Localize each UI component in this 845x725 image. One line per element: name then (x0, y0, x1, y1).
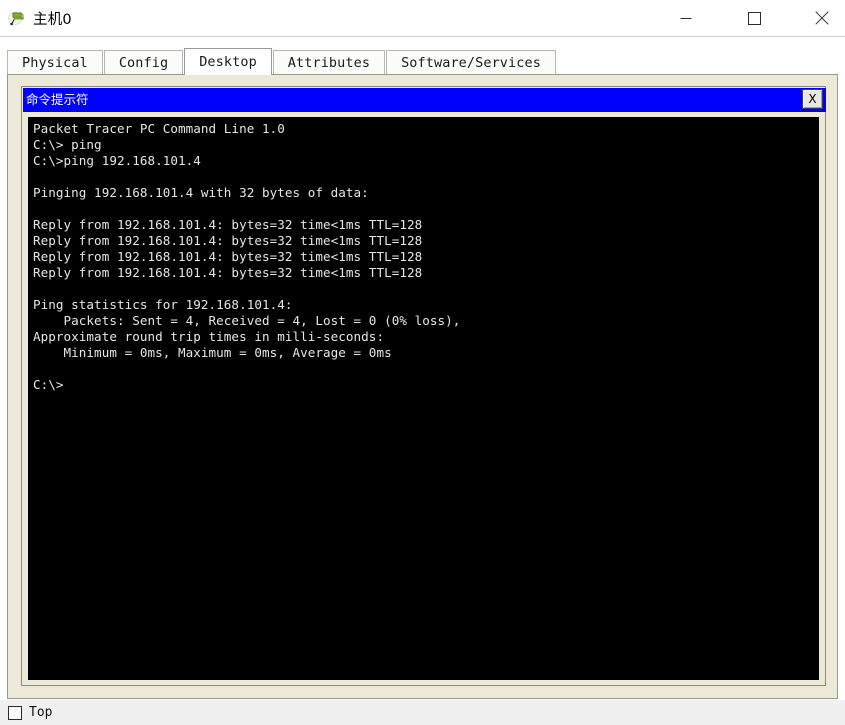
tab-attributes[interactable]: Attributes (272, 50, 386, 75)
tab-software-services[interactable]: Software/Services (386, 50, 556, 75)
command-prompt-title-bar: 命令提示符 (23, 88, 826, 112)
command-prompt-title-label: 命令提示符 (26, 92, 89, 107)
bottom-bar: Top (0, 700, 845, 725)
window-title-group: 主机0 (8, 0, 72, 36)
desktop-tab-panel: 命令提示符 X Packet Tracer PC Command Line 1.… (7, 74, 838, 699)
terminal-output-area[interactable]: Packet Tracer PC Command Line 1.0 C:\> p… (28, 117, 819, 680)
tab-desktop[interactable]: Desktop (184, 48, 272, 75)
tab-list: Physical Config Desktop Attributes Softw… (7, 48, 557, 75)
window-title-bar: 主机0 (0, 0, 845, 37)
tab-config[interactable]: Config (103, 50, 184, 75)
maximize-icon (747, 11, 761, 25)
command-prompt-window: 命令提示符 X Packet Tracer PC Command Line 1.… (21, 86, 826, 686)
close-button[interactable] (799, 0, 845, 36)
top-checkbox[interactable] (8, 705, 22, 720)
tab-physical[interactable]: Physical (7, 50, 103, 75)
window-title-label: 主机0 (33, 11, 72, 28)
tab-bar: Physical Config Desktop Attributes Softw… (0, 37, 845, 75)
terminal-text: Packet Tracer PC Command Line 1.0 C:\> p… (33, 121, 461, 392)
pc-device-icon (8, 9, 26, 27)
minimize-button[interactable] (663, 0, 709, 36)
top-checkbox-row: Top (8, 705, 52, 720)
device-configuration-window: 主机0 Physical Config Desktop Attributes S… (0, 0, 845, 725)
minimize-icon (680, 12, 692, 24)
top-checkbox-label: Top (29, 705, 53, 720)
command-prompt-close-button[interactable]: X (802, 89, 823, 109)
maximize-button[interactable] (731, 0, 777, 36)
close-icon (815, 11, 829, 25)
